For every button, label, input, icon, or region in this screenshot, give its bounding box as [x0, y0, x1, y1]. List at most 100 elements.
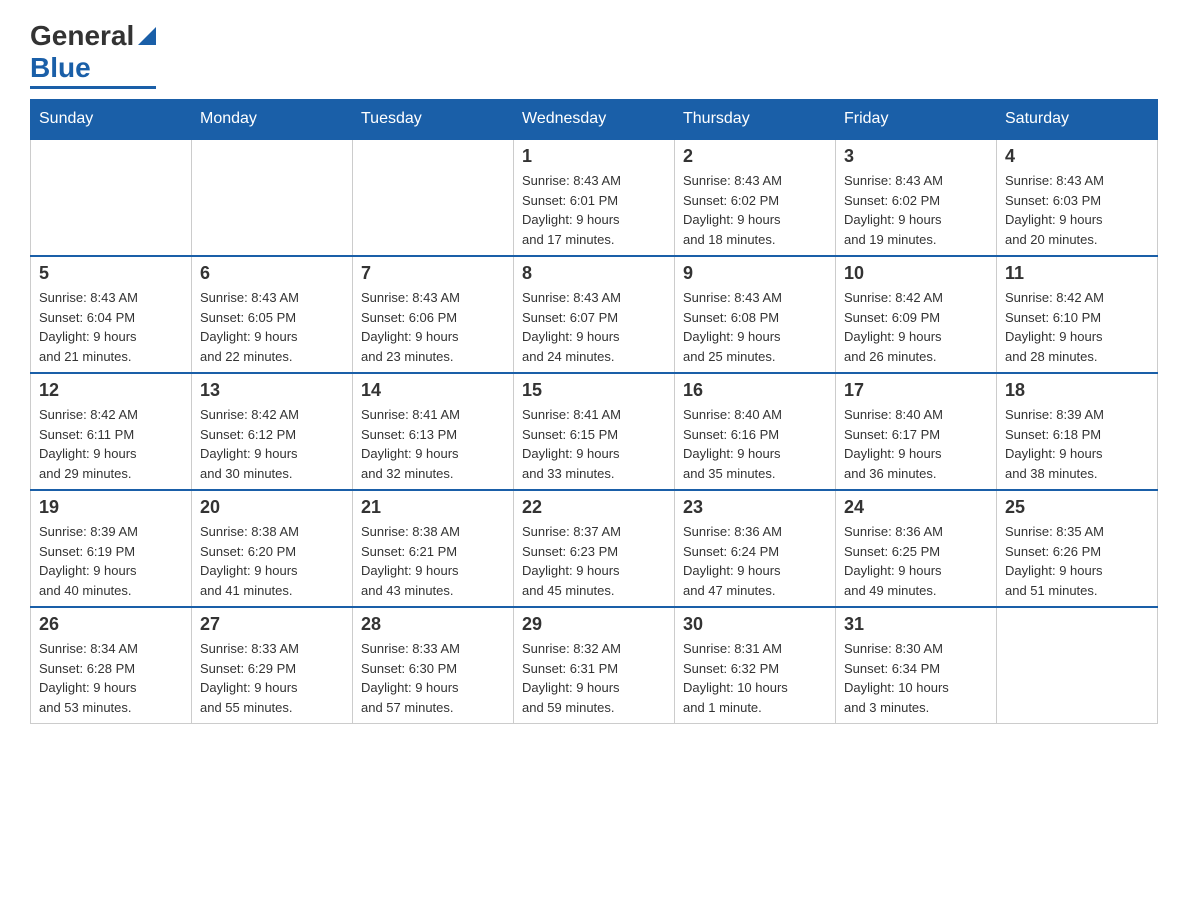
calendar-cell: 3 Sunrise: 8:43 AM Sunset: 6:02 PM Daylig… — [836, 139, 997, 256]
calendar-cell: 5 Sunrise: 8:43 AM Sunset: 6:04 PM Daylig… — [31, 256, 192, 373]
day-number: 15 — [522, 380, 666, 401]
day-number: 10 — [844, 263, 988, 284]
calendar-cell: 14 Sunrise: 8:41 AM Sunset: 6:13 PM Dayli… — [353, 373, 514, 490]
day-number: 11 — [1005, 263, 1149, 284]
calendar-cell: 31 Sunrise: 8:30 AM Sunset: 6:34 PM Dayli… — [836, 607, 997, 724]
calendar-cell: 2Sunrise: 8:43 AM Sunset: 6:02 PM Daylig… — [675, 139, 836, 256]
calendar-week-3: 12 Sunrise: 8:42 AM Sunset: 6:11 PM Dayli… — [31, 373, 1158, 490]
day-number: 12 — [39, 380, 183, 401]
day-number: 3 — [844, 146, 988, 167]
calendar-cell — [31, 139, 192, 256]
calendar-cell: 29Sunrise: 8:32 AM Sunset: 6:31 PM Dayli… — [514, 607, 675, 724]
day-number: 26 — [39, 614, 183, 635]
day-info: Sunrise: 8:38 AM Sunset: 6:20 PM Dayligh… — [200, 522, 344, 600]
weekday-header-thursday: Thursday — [675, 100, 836, 140]
calendar-week-1: 1Sunrise: 8:43 AM Sunset: 6:01 PM Daylig… — [31, 139, 1158, 256]
day-number: 30 — [683, 614, 827, 635]
day-info: Sunrise: 8:41 AM Sunset: 6:13 PM Dayligh… — [361, 405, 505, 483]
day-number: 31 — [844, 614, 988, 635]
day-info: Sunrise: 8:38 AM Sunset: 6:21 PM Dayligh… — [361, 522, 505, 600]
day-number: 22 — [522, 497, 666, 518]
calendar-cell: 23 Sunrise: 8:36 AM Sunset: 6:24 PM Dayli… — [675, 490, 836, 607]
day-info: Sunrise: 8:43 AM Sunset: 6:05 PM Dayligh… — [200, 288, 344, 366]
day-number: 25 — [1005, 497, 1149, 518]
day-info: Sunrise: 8:36 AM Sunset: 6:25 PM Dayligh… — [844, 522, 988, 600]
calendar-cell: 22 Sunrise: 8:37 AM Sunset: 6:23 PM Dayli… — [514, 490, 675, 607]
calendar-week-2: 5 Sunrise: 8:43 AM Sunset: 6:04 PM Daylig… — [31, 256, 1158, 373]
weekday-header-saturday: Saturday — [997, 100, 1158, 140]
day-number: 17 — [844, 380, 988, 401]
day-info: Sunrise: 8:37 AM Sunset: 6:23 PM Dayligh… — [522, 522, 666, 600]
calendar-cell: 21 Sunrise: 8:38 AM Sunset: 6:21 PM Dayli… — [353, 490, 514, 607]
day-number: 20 — [200, 497, 344, 518]
day-info: Sunrise: 8:31 AM Sunset: 6:32 PM Dayligh… — [683, 639, 827, 717]
calendar-cell: 6 Sunrise: 8:43 AM Sunset: 6:05 PM Daylig… — [192, 256, 353, 373]
day-number: 14 — [361, 380, 505, 401]
day-number: 2 — [683, 146, 827, 167]
day-number: 24 — [844, 497, 988, 518]
day-info: Sunrise: 8:40 AM Sunset: 6:17 PM Dayligh… — [844, 405, 988, 483]
calendar-cell: 17 Sunrise: 8:40 AM Sunset: 6:17 PM Dayli… — [836, 373, 997, 490]
day-number: 16 — [683, 380, 827, 401]
logo-triangle-icon — [138, 27, 156, 50]
calendar-cell: 27 Sunrise: 8:33 AM Sunset: 6:29 PM Dayli… — [192, 607, 353, 724]
weekday-header-wednesday: Wednesday — [514, 100, 675, 140]
day-info: Sunrise: 8:43 AM Sunset: 6:03 PM Dayligh… — [1005, 171, 1149, 249]
calendar-cell: 30 Sunrise: 8:31 AM Sunset: 6:32 PM Dayli… — [675, 607, 836, 724]
calendar-cell: 11 Sunrise: 8:42 AM Sunset: 6:10 PM Dayli… — [997, 256, 1158, 373]
day-number: 21 — [361, 497, 505, 518]
day-number: 9 — [683, 263, 827, 284]
calendar-cell: 15 Sunrise: 8:41 AM Sunset: 6:15 PM Dayli… — [514, 373, 675, 490]
weekday-header-friday: Friday — [836, 100, 997, 140]
day-info: Sunrise: 8:42 AM Sunset: 6:09 PM Dayligh… — [844, 288, 988, 366]
day-info: Sunrise: 8:43 AM Sunset: 6:06 PM Dayligh… — [361, 288, 505, 366]
day-number: 5 — [39, 263, 183, 284]
calendar-cell: 7 Sunrise: 8:43 AM Sunset: 6:06 PM Daylig… — [353, 256, 514, 373]
day-info: Sunrise: 8:40 AM Sunset: 6:16 PM Dayligh… — [683, 405, 827, 483]
day-info: Sunrise: 8:35 AM Sunset: 6:26 PM Dayligh… — [1005, 522, 1149, 600]
calendar-cell: 18Sunrise: 8:39 AM Sunset: 6:18 PM Dayli… — [997, 373, 1158, 490]
calendar-cell: 10 Sunrise: 8:42 AM Sunset: 6:09 PM Dayli… — [836, 256, 997, 373]
day-number: 18 — [1005, 380, 1149, 401]
day-info: Sunrise: 8:42 AM Sunset: 6:12 PM Dayligh… — [200, 405, 344, 483]
day-info: Sunrise: 8:34 AM Sunset: 6:28 PM Dayligh… — [39, 639, 183, 717]
day-info: Sunrise: 8:43 AM Sunset: 6:02 PM Dayligh… — [844, 171, 988, 249]
calendar-cell — [353, 139, 514, 256]
weekday-header-monday: Monday — [192, 100, 353, 140]
calendar-cell: 1Sunrise: 8:43 AM Sunset: 6:01 PM Daylig… — [514, 139, 675, 256]
day-info: Sunrise: 8:43 AM Sunset: 6:04 PM Dayligh… — [39, 288, 183, 366]
calendar-cell: 9Sunrise: 8:43 AM Sunset: 6:08 PM Daylig… — [675, 256, 836, 373]
calendar-cell — [192, 139, 353, 256]
day-info: Sunrise: 8:36 AM Sunset: 6:24 PM Dayligh… — [683, 522, 827, 600]
calendar-cell: 26 Sunrise: 8:34 AM Sunset: 6:28 PM Dayli… — [31, 607, 192, 724]
day-number: 1 — [522, 146, 666, 167]
day-number: 27 — [200, 614, 344, 635]
calendar-cell — [997, 607, 1158, 724]
day-info: Sunrise: 8:43 AM Sunset: 6:07 PM Dayligh… — [522, 288, 666, 366]
day-number: 6 — [200, 263, 344, 284]
day-info: Sunrise: 8:42 AM Sunset: 6:11 PM Dayligh… — [39, 405, 183, 483]
day-info: Sunrise: 8:41 AM Sunset: 6:15 PM Dayligh… — [522, 405, 666, 483]
day-info: Sunrise: 8:33 AM Sunset: 6:29 PM Dayligh… — [200, 639, 344, 717]
day-number: 13 — [200, 380, 344, 401]
logo: General Blue — [30, 20, 156, 89]
day-number: 4 — [1005, 146, 1149, 167]
calendar-cell: 8 Sunrise: 8:43 AM Sunset: 6:07 PM Daylig… — [514, 256, 675, 373]
day-number: 8 — [522, 263, 666, 284]
day-number: 7 — [361, 263, 505, 284]
calendar-header-row: SundayMondayTuesdayWednesdayThursdayFrid… — [31, 100, 1158, 140]
weekday-header-sunday: Sunday — [31, 100, 192, 140]
calendar-cell: 24 Sunrise: 8:36 AM Sunset: 6:25 PM Dayli… — [836, 490, 997, 607]
day-info: Sunrise: 8:30 AM Sunset: 6:34 PM Dayligh… — [844, 639, 988, 717]
day-number: 23 — [683, 497, 827, 518]
day-number: 28 — [361, 614, 505, 635]
calendar-cell: 12 Sunrise: 8:42 AM Sunset: 6:11 PM Dayli… — [31, 373, 192, 490]
calendar-cell: 20 Sunrise: 8:38 AM Sunset: 6:20 PM Dayli… — [192, 490, 353, 607]
logo-underline — [30, 86, 156, 89]
day-info: Sunrise: 8:32 AM Sunset: 6:31 PM Dayligh… — [522, 639, 666, 717]
logo-blue-text: Blue — [30, 52, 91, 83]
calendar-cell: 4 Sunrise: 8:43 AM Sunset: 6:03 PM Daylig… — [997, 139, 1158, 256]
day-info: Sunrise: 8:42 AM Sunset: 6:10 PM Dayligh… — [1005, 288, 1149, 366]
calendar-week-5: 26 Sunrise: 8:34 AM Sunset: 6:28 PM Dayli… — [31, 607, 1158, 724]
page-header: General Blue — [30, 20, 1158, 89]
